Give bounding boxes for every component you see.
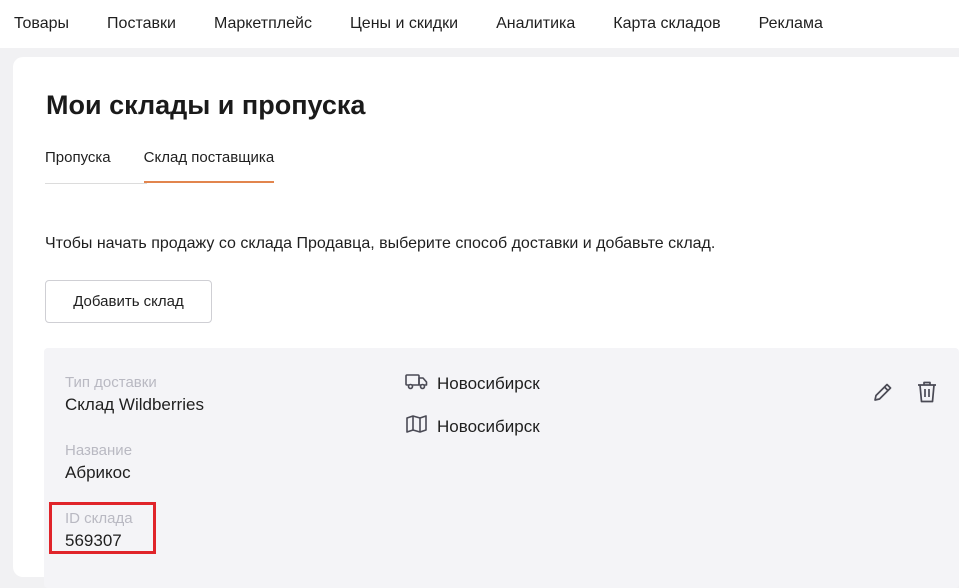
nav-item-marketplace[interactable]: Маркетплейс (214, 15, 312, 33)
nav-item-postavki[interactable]: Поставки (107, 15, 176, 33)
hint-text: Чтобы начать продажу со склада Продавца,… (45, 235, 716, 252)
map-city: Новосибирск (437, 416, 540, 436)
tabs: Пропуска Склад поставщика (45, 149, 274, 184)
trash-icon[interactable] (914, 379, 940, 405)
nav-item-prices[interactable]: Цены и скидки (350, 15, 458, 33)
delivery-city: Новосибирск (437, 373, 540, 393)
delivery-type-value: Склад Wildberries (65, 395, 204, 414)
truck-icon (405, 372, 428, 395)
delivery-type-label: Тип доставки (65, 374, 157, 391)
page-title: Мои склады и пропуска (46, 90, 366, 120)
warehouse-name-value: Абрикос (65, 463, 131, 482)
add-warehouse-button[interactable]: Добавить склад (45, 280, 212, 323)
map-icon (405, 414, 428, 439)
tab-supplier-warehouse[interactable]: Склад поставщика (143, 149, 274, 183)
map-city-row: Новосибирск (405, 414, 540, 439)
nav-item-tovary[interactable]: Товары (14, 15, 69, 33)
nav-item-warehouse-map[interactable]: Карта складов (613, 15, 720, 33)
pencil-icon[interactable] (870, 379, 896, 405)
top-navigation: Товары Поставки Маркетплейс Цены и скидк… (0, 0, 959, 48)
nav-item-ads[interactable]: Реклама (759, 15, 823, 33)
id-highlight-box (49, 502, 156, 554)
warehouse-name-label: Название (65, 442, 133, 459)
nav-item-analytics[interactable]: Аналитика (496, 15, 575, 33)
delivery-city-row: Новосибирск (405, 372, 540, 395)
tab-divider (45, 183, 147, 184)
tab-passes[interactable]: Пропуска (45, 149, 111, 182)
main-card: Мои склады и пропуска Пропуска Склад пос… (13, 57, 959, 588)
warehouse-card: Тип доставки Склад Wildberries Название … (44, 348, 959, 588)
